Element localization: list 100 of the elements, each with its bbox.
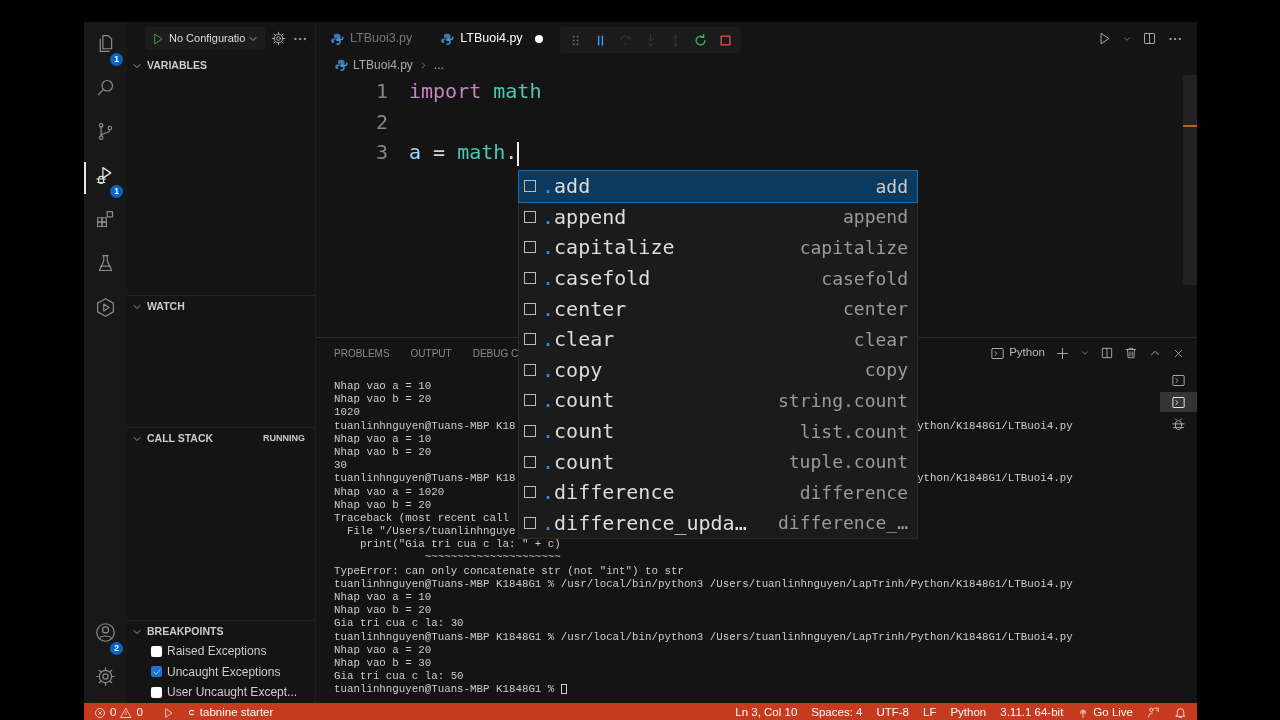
- status-item[interactable]: Ln 3, Col 10: [735, 703, 798, 720]
- suggestion-item[interactable]: .difference_upda… difference_…: [519, 507, 917, 539]
- count-badge: 1: [110, 53, 123, 66]
- suggestion-item[interactable]: .clear clear: [519, 323, 917, 355]
- suggestion-label: .clear: [542, 326, 615, 354]
- terminal-line: Nhap vao b = 20: [334, 604, 432, 617]
- play-icon[interactable]: [151, 31, 165, 46]
- suggestion-item[interactable]: .append append: [519, 201, 917, 233]
- checkbox[interactable]: [151, 645, 162, 657]
- extension-status[interactable]: tabnine starter: [186, 703, 274, 720]
- section-header[interactable]: VARIABLES: [131, 57, 315, 75]
- config-dropdown[interactable]: No Configuratio: [169, 30, 260, 47]
- status-item[interactable]: Python: [950, 703, 987, 720]
- square-icon: [524, 302, 536, 315]
- suggestion-item[interactable]: .count list.count: [519, 415, 917, 447]
- suggestion-label: .difference_upda…: [542, 509, 747, 537]
- status-label: RUNNING: [263, 432, 305, 446]
- terminal-line: Nhap vao a = 10: [334, 432, 432, 445]
- status-item[interactable]: UTF-8: [876, 703, 910, 720]
- suggestion-label: .capitalize: [542, 234, 675, 262]
- suggestion-item[interactable]: .add add: [519, 171, 917, 202]
- suggestion-detail: copy: [864, 358, 908, 383]
- terminal-icon: [1171, 372, 1186, 388]
- terminal-line: tuanlinhnguyen@Tuans-MBP K1848G1 % /usr/local/bin/python3 /Users/tuanlinhnguyen/LapTrinh/Python/K1848G1/LTBuoi4.py: [334, 577, 1073, 590]
- suggestion-item[interactable]: .center center: [519, 293, 917, 324]
- terminal-line: Nhap vao b = 20: [334, 498, 432, 511]
- settings-icon[interactable]: [95, 665, 116, 687]
- square-icon: [524, 363, 536, 376]
- suggestion-label: .count: [542, 448, 615, 476]
- bell-icon[interactable]: [1174, 706, 1187, 719]
- square-icon: [524, 425, 536, 438]
- plus-icon[interactable]: [1055, 345, 1070, 361]
- terminal-line: print("Gia tri cua c la: " + c): [358, 538, 561, 551]
- suggestion-item[interactable]: .count tuple.count: [519, 446, 917, 477]
- suggestion-label: .difference: [542, 479, 675, 507]
- blocks-icon[interactable]: [95, 209, 116, 230]
- status-item[interactable]: 3.11.1 64-bit: [1000, 703, 1064, 720]
- code-line: a = math.: [409, 140, 518, 164]
- bug-icon: [1171, 416, 1186, 432]
- section-header[interactable]: WATCH: [131, 298, 315, 316]
- terminal-selector[interactable]: Python: [990, 344, 1045, 362]
- terminal-line: File "/Users/tuanlinhnguye: [345, 525, 516, 538]
- breakpoint-label: User Uncaught Except...: [167, 684, 298, 702]
- panel-tab[interactable]: OUTPUT: [410, 345, 452, 361]
- square-icon: [524, 516, 536, 529]
- settings-icon[interactable]: [271, 31, 287, 46]
- restart-icon[interactable]: [693, 32, 708, 48]
- feedback-icon[interactable]: [1147, 706, 1160, 719]
- split-icon[interactable]: [1100, 346, 1114, 360]
- suggestion-label: .append: [542, 203, 627, 231]
- line-number: 3: [375, 140, 388, 164]
- scrollbar-thumb[interactable]: [1183, 75, 1197, 285]
- section-title: CALL STACK: [147, 431, 214, 447]
- terminal-line: Nhap vao b = 20: [334, 445, 432, 458]
- suggestion-detail: difference: [799, 480, 908, 505]
- status-item[interactable]: LF: [923, 703, 937, 720]
- suggestion-item[interactable]: .casefold casefold: [519, 262, 917, 294]
- file-type-icon: [334, 58, 348, 72]
- code-line: import math: [409, 79, 542, 103]
- line-number: 2: [375, 109, 388, 134]
- terminal-line: tuanlinhnguyen@Tuans-MBP K18: [334, 419, 516, 432]
- hexagon-play-icon[interactable]: [95, 297, 116, 318]
- status-item[interactable]: Spaces: 4: [811, 703, 863, 720]
- account-icon[interactable]: [95, 621, 116, 643]
- breadcrumb-item[interactable]: LTBuoi4.py: [353, 56, 413, 74]
- square-icon: [524, 486, 536, 499]
- square-icon: [524, 394, 536, 407]
- search-icon[interactable]: [95, 77, 116, 98]
- checkbox[interactable]: [151, 666, 162, 678]
- suggestion-detail: center: [842, 297, 908, 322]
- terminal-line: 1020: [334, 406, 360, 419]
- problems-status[interactable]: 0 0: [94, 703, 143, 720]
- caret-icon[interactable]: [1080, 348, 1090, 358]
- suggestion-item[interactable]: .count string.count: [519, 385, 917, 416]
- suggestion-label: .copy: [542, 356, 603, 384]
- suggestion-item[interactable]: .copy copy: [519, 354, 917, 386]
- debug-run-icon[interactable]: [162, 706, 175, 719]
- suggestion-item[interactable]: .difference difference: [519, 476, 917, 508]
- go-live-button[interactable]: Go Live: [1077, 703, 1133, 720]
- suggestion-detail: append: [842, 205, 908, 230]
- file-type-icon: [330, 31, 344, 46]
- section-header[interactable]: BREAKPOINTS: [131, 623, 315, 641]
- tab-label: LTBuoi3.py: [350, 30, 413, 48]
- suggestion-item[interactable]: .capitalize capitalize: [519, 232, 917, 263]
- trash-icon[interactable]: [1124, 346, 1138, 360]
- suggestion-detail: list.count: [799, 419, 908, 444]
- breadcrumb-item[interactable]: ...: [433, 56, 444, 74]
- split-icon[interactable]: [1142, 31, 1157, 46]
- warning-icon: [120, 706, 133, 719]
- terminal-tab[interactable]: [1160, 392, 1197, 412]
- terminal-icon: [990, 345, 1006, 361]
- stop-icon[interactable]: [718, 32, 733, 48]
- panel-tab[interactable]: PROBLEMS: [334, 345, 390, 361]
- square-icon: [524, 455, 536, 468]
- suggestion-detail: clear: [853, 327, 908, 352]
- section-header[interactable]: CALL STACK RUNNING: [131, 430, 315, 448]
- terminal-line: Nhap vao a = 1020: [334, 485, 445, 498]
- checkbox[interactable]: [151, 686, 162, 698]
- section-title: BREAKPOINTS: [147, 624, 224, 640]
- panel-tab[interactable]: DEBUG C: [472, 345, 519, 361]
